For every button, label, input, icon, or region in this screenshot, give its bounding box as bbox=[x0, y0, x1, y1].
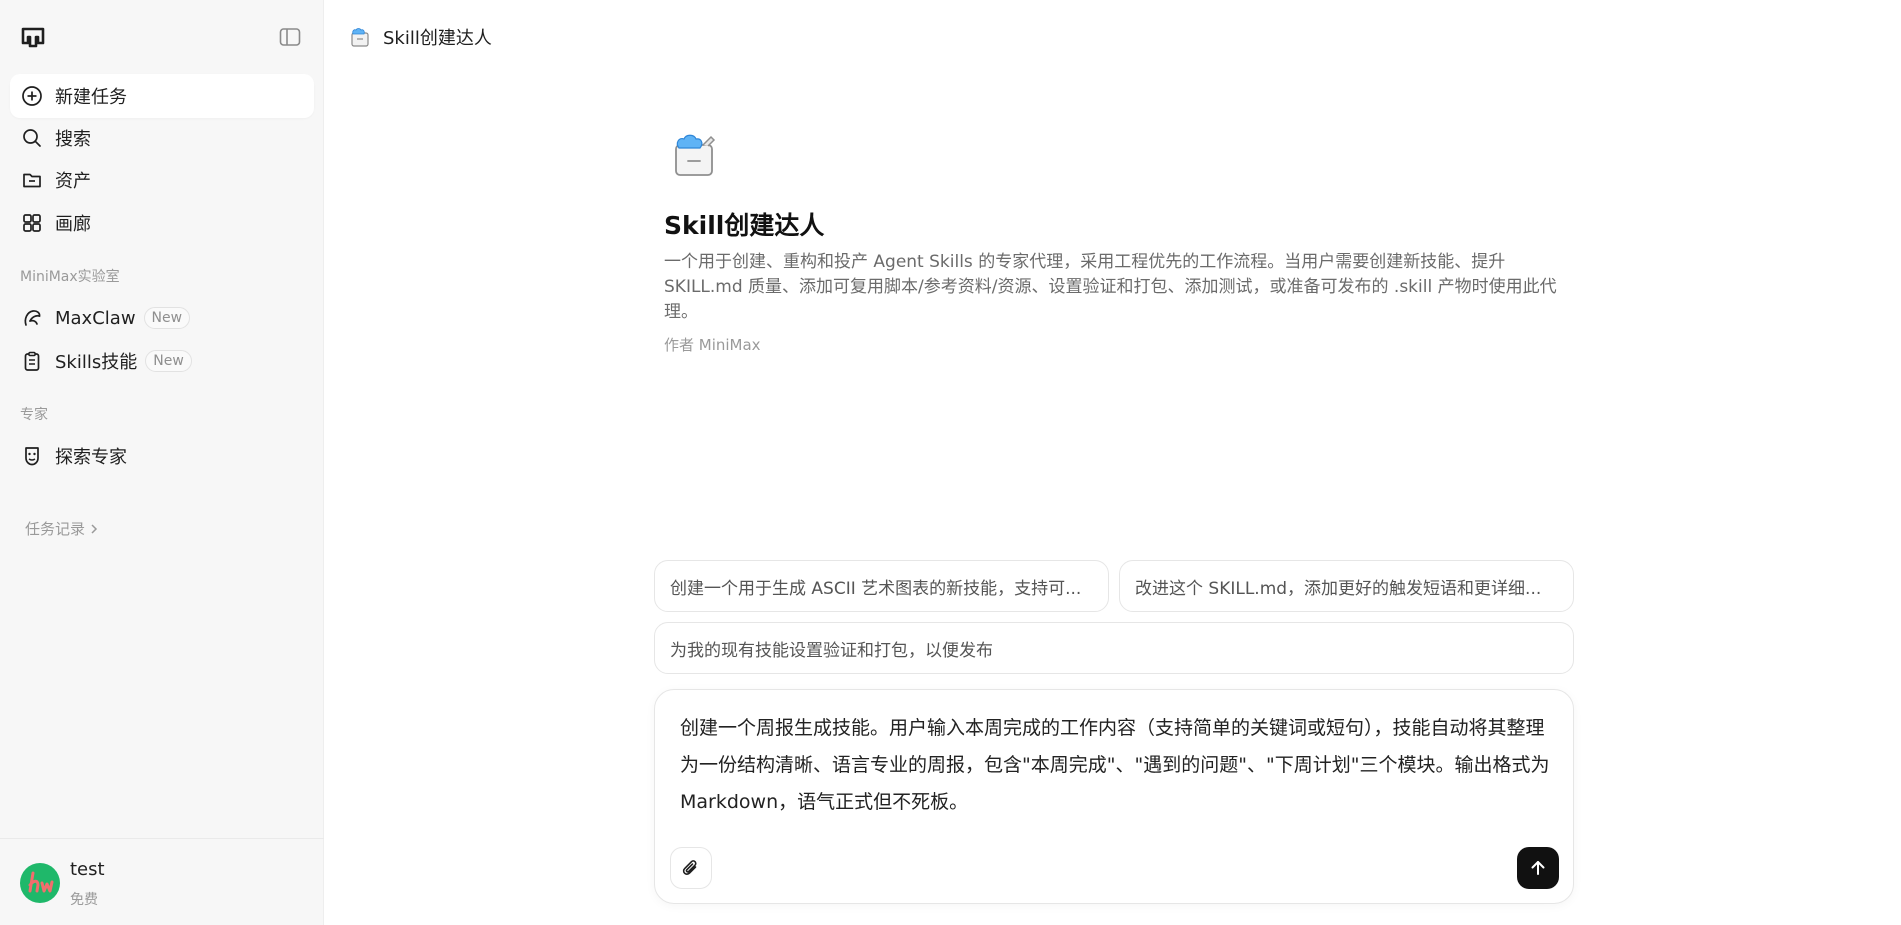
sidebar-item-label: Skills技能 bbox=[55, 352, 138, 373]
sidebar-item-search[interactable]: 搜索 bbox=[10, 116, 314, 160]
agent-name: Skill创建达人 bbox=[664, 211, 825, 240]
agent-avatar-icon bbox=[675, 134, 716, 176]
claw-icon bbox=[21, 307, 43, 329]
sidebar-item-explore-experts[interactable]: 探索专家 bbox=[10, 434, 314, 478]
sidebar-item-label: 新建任务 bbox=[55, 87, 127, 108]
new-badge: New bbox=[143, 307, 191, 329]
user-plan: 免费 bbox=[70, 892, 98, 908]
suggestion-chip-1[interactable]: 创建一个用于生成 ASCII 艺术图表的新技能，支持可... bbox=[654, 560, 1109, 612]
agent-description: 一个用于创建、重构和投产 Agent Skills 的专家代理，采用工程优先的工… bbox=[664, 252, 1557, 322]
sidebar-item-label: 搜索 bbox=[55, 129, 91, 150]
sidebar-item-maxclaw[interactable]: MaxClaw New bbox=[10, 296, 314, 340]
folder-icon bbox=[21, 169, 43, 191]
suggestion-text: 为我的现有技能设置验证和打包，以便发布 bbox=[670, 640, 993, 661]
sidebar-item-new-task[interactable]: 新建任务 bbox=[10, 74, 314, 118]
search-icon bbox=[21, 127, 43, 149]
task-history-label: 任务记录 bbox=[25, 520, 86, 538]
avatar-glyph-icon bbox=[28, 871, 54, 893]
suggestion-text: 创建一个用于生成 ASCII 艺术图表的新技能，支持可... bbox=[670, 578, 1082, 599]
paperclip-icon bbox=[682, 860, 697, 875]
grid-icon bbox=[21, 212, 43, 234]
sidebar-item-assets[interactable]: 资产 bbox=[10, 158, 314, 202]
message-composer[interactable]: 创建一个周报生成技能。用户输入本周完成的工作内容（支持简单的关键词或短句），技能… bbox=[654, 689, 1574, 904]
page-title: Skill创建达人 bbox=[349, 24, 492, 50]
section-label-lab: MiniMax实验室 bbox=[20, 269, 120, 285]
send-button[interactable] bbox=[1517, 847, 1559, 889]
sidebar-toggle-icon[interactable] bbox=[279, 27, 301, 47]
sidebar: 新建任务 搜索 资产 画廊 MiniMax实验室 MaxClaw New Ski… bbox=[0, 0, 324, 925]
new-badge: New bbox=[145, 350, 192, 372]
task-history-link[interactable]: 任务记录 bbox=[25, 518, 99, 539]
suggestion-chip-2[interactable]: 改进这个 SKILL.md，添加更好的触发短语和更详细... bbox=[1119, 560, 1574, 612]
suggestion-chip-3[interactable]: 为我的现有技能设置验证和打包，以便发布 bbox=[654, 622, 1574, 674]
user-name: test bbox=[70, 859, 105, 880]
agent-author: 作者 MiniMax bbox=[664, 336, 761, 354]
avatar[interactable] bbox=[20, 863, 60, 903]
sidebar-item-label: 画廊 bbox=[55, 214, 91, 235]
section-label-expert: 专家 bbox=[20, 407, 48, 423]
attach-button[interactable] bbox=[670, 847, 712, 889]
sidebar-item-gallery[interactable]: 画廊 bbox=[10, 201, 314, 245]
sidebar-item-label: MaxClaw bbox=[55, 307, 136, 329]
sidebar-item-skills[interactable]: Skills技能 New bbox=[10, 339, 314, 383]
skill-box-icon bbox=[351, 28, 369, 47]
page-title-text: Skill创建达人 bbox=[383, 28, 492, 49]
suggestion-text: 改进这个 SKILL.md，添加更好的触发短语和更详细... bbox=[1135, 578, 1542, 599]
plus-circle-icon bbox=[21, 85, 43, 107]
sidebar-item-label: 资产 bbox=[55, 171, 91, 192]
expert-icon bbox=[21, 445, 43, 467]
user-profile[interactable]: test 免费 bbox=[0, 838, 324, 925]
arrow-up-icon bbox=[1531, 861, 1545, 875]
sidebar-item-label: 探索专家 bbox=[55, 447, 127, 468]
message-input[interactable]: 创建一个周报生成技能。用户输入本周完成的工作内容（支持简单的关键词或短句），技能… bbox=[680, 710, 1550, 821]
clipboard-icon bbox=[21, 350, 43, 372]
chevron-right-icon bbox=[91, 523, 98, 534]
app-logo-icon[interactable] bbox=[20, 26, 46, 50]
